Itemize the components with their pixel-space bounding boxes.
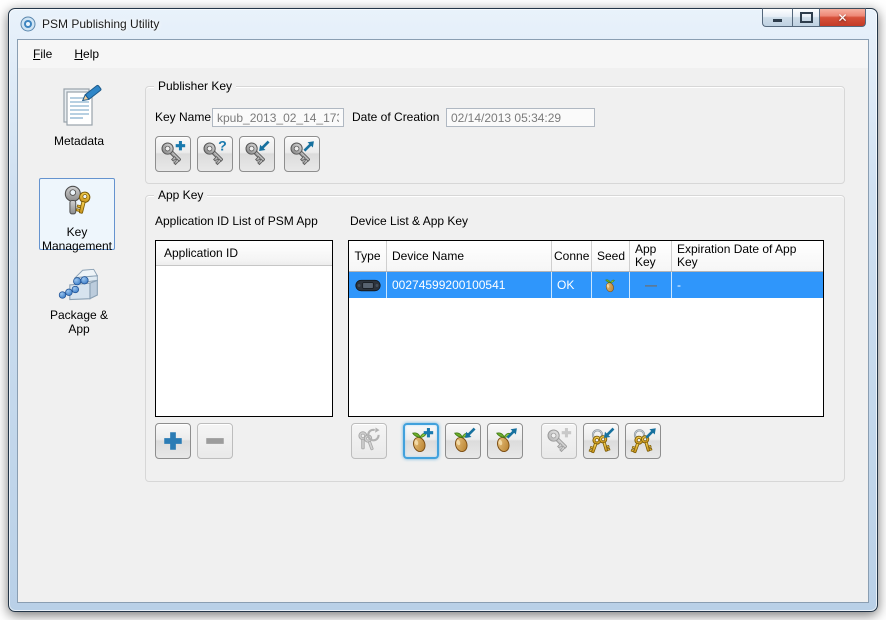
key-name-field[interactable] <box>212 108 344 127</box>
create-seed-button[interactable] <box>403 423 439 459</box>
device-list-table: Type Device Name Conne Seed App Key Expi… <box>348 240 824 417</box>
date-of-creation-field[interactable] <box>446 108 595 127</box>
app-key-group: App Key Application ID List of PSM App A… <box>145 195 845 482</box>
app-key-cell: — <box>630 272 672 298</box>
psvita-icon <box>355 279 381 292</box>
gold-keys-export-icon <box>629 427 657 455</box>
sidebar-item-key-management[interactable]: Key Management <box>39 178 115 250</box>
key-management-icon <box>55 183 99 223</box>
publisher-key-info-button[interactable] <box>197 136 233 172</box>
key-plus-gray-icon <box>545 427 573 455</box>
key-export-icon <box>288 140 316 168</box>
export-seed-button[interactable] <box>487 423 523 459</box>
import-app-key-button[interactable] <box>583 423 619 459</box>
minimize-icon <box>773 19 782 22</box>
maximize-icon <box>800 12 813 23</box>
seed-cell <box>592 272 630 298</box>
key-import-icon <box>243 140 271 168</box>
metadata-icon <box>55 84 103 132</box>
seed-icon <box>602 276 620 294</box>
date-of-creation-label: Date of Creation <box>352 108 439 127</box>
create-app-key-button[interactable] <box>541 423 577 459</box>
column-header-expiration[interactable]: Expiration Date of App Key <box>672 241 823 271</box>
application-id-list-title: Application ID List of PSM App <box>155 212 318 231</box>
device-list-title: Device List & App Key <box>350 212 468 231</box>
connection-status-cell: OK <box>552 272 592 298</box>
column-header-connection[interactable]: Conne <box>552 241 592 271</box>
expiration-cell: - <box>672 272 823 298</box>
device-row-selected[interactable]: 00274599200100541 OK — - <box>349 272 823 298</box>
sidebar-item-metadata-label: Metadata <box>39 135 119 149</box>
application-id-list[interactable]: Application ID <box>155 240 333 417</box>
package-app-icon <box>55 262 103 306</box>
seed-import-icon <box>449 427 477 455</box>
export-publisher-key-button[interactable] <box>284 136 320 172</box>
app-key-dash: — <box>645 278 656 292</box>
sidebar-item-metadata[interactable]: Metadata <box>39 84 119 149</box>
add-application-id-button[interactable] <box>155 423 191 459</box>
key-name-label: Key Name <box>155 108 211 127</box>
import-publisher-key-button[interactable] <box>239 136 275 172</box>
sidebar-item-package-app[interactable]: Package & App <box>39 262 119 337</box>
application-id-column-header[interactable]: Application ID <box>156 241 332 266</box>
publisher-key-legend: Publisher Key <box>154 79 236 93</box>
publisher-key-group: Publisher Key Key Name Date of Creation <box>145 86 845 184</box>
app-key-legend: App Key <box>154 188 207 202</box>
remove-application-id-button[interactable] <box>197 423 233 459</box>
plus-icon <box>159 427 187 455</box>
export-app-key-button[interactable] <box>625 423 661 459</box>
gold-keys-import-icon <box>587 427 615 455</box>
close-button[interactable]: ✕ <box>820 8 866 27</box>
maximize-button[interactable] <box>792 8 820 27</box>
device-type-cell <box>349 272 387 298</box>
refresh-device-keys-button[interactable] <box>351 423 387 459</box>
window-title: PSM Publishing Utility <box>42 17 159 31</box>
seed-plus-icon <box>407 427 435 455</box>
create-publisher-key-button[interactable] <box>155 136 191 172</box>
column-header-seed[interactable]: Seed <box>592 241 630 271</box>
column-header-device-name[interactable]: Device Name <box>387 241 552 271</box>
client-area: File Help Metadata Key Management Packag… <box>17 39 869 603</box>
minimize-button[interactable] <box>762 8 792 27</box>
title-bar[interactable]: PSM Publishing Utility ✕ <box>9 9 877 39</box>
menu-help[interactable]: Help <box>67 43 106 65</box>
device-table-header: Type Device Name Conne Seed App Key Expi… <box>349 241 823 272</box>
device-name-cell: 00274599200100541 <box>387 272 552 298</box>
key-question-icon <box>201 140 229 168</box>
close-icon: ✕ <box>837 11 847 25</box>
app-window: PSM Publishing Utility ✕ File Help Metad… <box>8 8 878 612</box>
import-seed-button[interactable] <box>445 423 481 459</box>
menu-file[interactable]: File <box>26 43 59 65</box>
sidebar-item-package-app-label: Package & App <box>39 309 119 337</box>
minus-icon <box>201 427 229 455</box>
column-header-type[interactable]: Type <box>349 241 387 271</box>
key-plus-icon <box>159 140 187 168</box>
keys-refresh-icon <box>355 427 383 455</box>
seed-export-icon <box>491 427 519 455</box>
sidebar-item-key-management-label: Key Management <box>40 226 114 254</box>
app-logo-icon <box>20 16 36 32</box>
column-header-app-key[interactable]: App Key <box>630 241 672 271</box>
menu-bar: File Help <box>18 40 868 68</box>
